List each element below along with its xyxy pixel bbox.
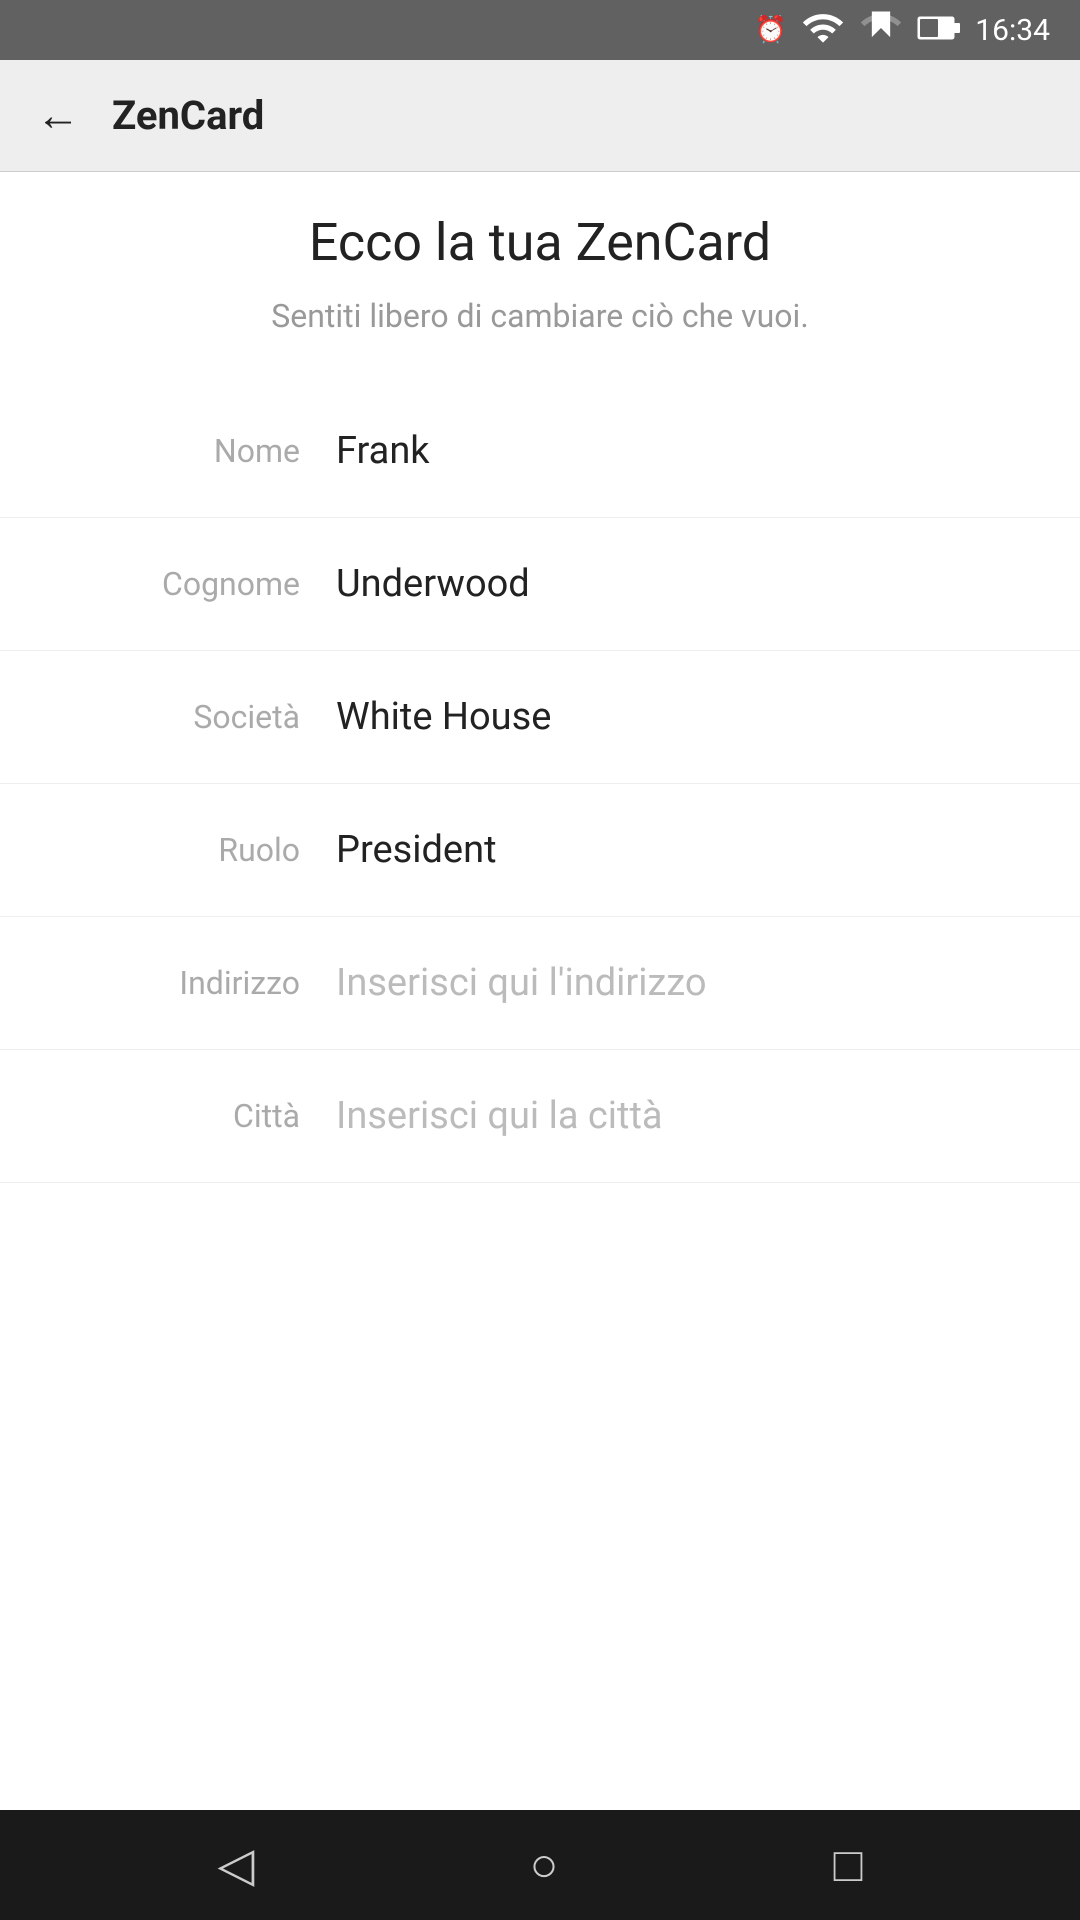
field-row-citta[interactable]: Città Inserisci qui la città: [0, 1050, 1080, 1183]
field-label-citta: Città: [60, 1097, 300, 1135]
nav-back-icon: ◁: [218, 1837, 255, 1893]
wifi-icon: [801, 6, 845, 54]
status-time: 16:34: [975, 13, 1050, 48]
back-button[interactable]: ←: [28, 83, 88, 149]
form-container: Nome Frank Cognome Underwood Società White Ho…: [0, 385, 1080, 1183]
alarm-icon: ⏰: [755, 15, 787, 45]
field-value-indirizzo[interactable]: Inserisci qui l'indirizzo: [336, 961, 1020, 1005]
field-value-societa[interactable]: White House: [336, 695, 1020, 739]
field-row-nome[interactable]: Nome Frank: [0, 385, 1080, 518]
signal-icon: [859, 6, 903, 54]
field-row-indirizzo[interactable]: Indirizzo Inserisci qui l'indirizzo: [0, 917, 1080, 1050]
field-row-societa[interactable]: Società White House: [0, 651, 1080, 784]
field-label-societa: Società: [60, 698, 300, 736]
field-row-cognome[interactable]: Cognome Underwood: [0, 518, 1080, 651]
field-value-cognome[interactable]: Underwood: [336, 562, 1020, 606]
status-bar: ⏰ 16:34: [0, 0, 1080, 60]
field-row-ruolo[interactable]: Ruolo President: [0, 784, 1080, 917]
field-value-citta[interactable]: Inserisci qui la città: [336, 1094, 1020, 1138]
page-subtitle: Sentiti libero di cambiare ciò che vuoi.: [0, 297, 1080, 335]
field-label-cognome: Cognome: [60, 565, 300, 603]
field-value-nome[interactable]: Frank: [336, 429, 1020, 473]
status-icons: ⏰ 16:34: [755, 6, 1050, 54]
app-bar: ← ZenCard: [0, 60, 1080, 172]
page-heading: Ecco la tua ZenCard: [0, 212, 1080, 273]
nav-recent-button[interactable]: □: [821, 1826, 874, 1905]
nav-back-button[interactable]: ◁: [206, 1825, 267, 1905]
nav-home-icon: ○: [529, 1838, 558, 1893]
main-content: Ecco la tua ZenCard Sentiti libero di ca…: [0, 172, 1080, 1810]
app-bar-title: ZenCard: [112, 92, 264, 139]
nav-bar: ◁ ○ □: [0, 1810, 1080, 1920]
battery-icon: [917, 14, 961, 46]
field-value-ruolo[interactable]: President: [336, 828, 1020, 872]
nav-home-button[interactable]: ○: [517, 1826, 570, 1905]
field-label-nome: Nome: [60, 432, 300, 470]
nav-recent-icon: □: [833, 1838, 862, 1893]
field-label-ruolo: Ruolo: [60, 831, 300, 869]
back-arrow-icon: ←: [36, 91, 80, 141]
field-label-indirizzo: Indirizzo: [60, 964, 300, 1002]
